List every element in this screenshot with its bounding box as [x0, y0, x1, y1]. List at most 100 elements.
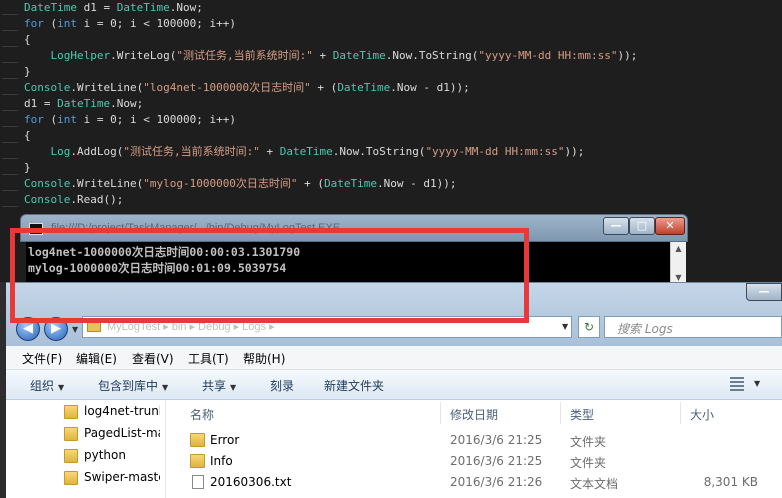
navigation-pane: log4net-trunk PagedList-master python Sw…	[6, 400, 166, 498]
menu-edit[interactable]: 编辑(E)	[76, 350, 117, 367]
code-line: Console.WriteLine("log4net-1000000次日志时间"…	[24, 80, 470, 96]
console-scrollbar[interactable]: ▲ ▼	[670, 242, 686, 284]
nav-item[interactable]: python	[60, 446, 160, 466]
console-window: file:///D:/project/TaskManager/.../bin/D…	[20, 214, 688, 284]
refresh-icon[interactable]: ↻	[578, 316, 600, 338]
code-token: +	[259, 145, 280, 158]
code-token: "log4net-1000000次日志时间"	[143, 81, 311, 94]
folder-icon	[64, 449, 78, 463]
code-token: DateTime	[24, 1, 77, 14]
console-titlebar[interactable]: file:///D:/project/TaskManager/.../bin/D…	[20, 214, 688, 242]
folder-icon	[64, 427, 78, 441]
code-line: d1 = DateTime.Now;	[24, 96, 143, 112]
column-header-size[interactable]: 大小	[690, 406, 714, 423]
address-bar[interactable]: MyLogTest ▸ bin ▸ Debug ▸ Logs ▸	[82, 316, 572, 338]
explorer-window: — ◀ ▶ ▼ MyLogTest ▸ bin ▸ Debug ▸ Logs ▸…	[6, 282, 782, 498]
code-token: .WriteLine(	[70, 177, 144, 190]
menu-view[interactable]: 查看(V)	[132, 350, 174, 367]
nav-item[interactable]: PagedList-master	[60, 424, 160, 444]
code-token: + (	[310, 81, 338, 94]
back-arrow-icon[interactable]: ◀	[16, 317, 40, 341]
address-history-chevron-icon[interactable]: ▼	[562, 322, 568, 331]
file-row[interactable]: Info 2016/3/6 21:25 文件夹	[168, 451, 782, 472]
code-token: .Now.ToString(	[385, 49, 479, 62]
console-output: log4net-1000000次日志时间00:00:03.1301790 myl…	[26, 242, 686, 284]
breadcrumb[interactable]: MyLogTest ▸ bin ▸ Debug ▸ Logs ▸	[107, 320, 275, 333]
folder-icon	[87, 321, 101, 332]
new-folder-button[interactable]: 新建文件夹	[324, 377, 384, 394]
code-line: {	[24, 128, 31, 144]
file-modified-date: 2016/3/6 21:25	[450, 454, 543, 468]
nav-item[interactable]: log4net-trunk	[60, 402, 160, 422]
column-divider[interactable]	[440, 402, 441, 424]
minimize-button[interactable]: —	[603, 217, 629, 235]
chevron-down-icon: ▼	[58, 383, 65, 392]
share-button[interactable]: 共享 ▼	[202, 377, 236, 394]
code-token: }	[24, 65, 31, 78]
code-line: for (int i = 0; i < 100000; i++)	[24, 112, 236, 128]
file-row[interactable]: Error 2016/3/6 21:25 文件夹	[168, 430, 782, 451]
recent-pages-chevron-icon[interactable]: ▼	[72, 325, 78, 334]
burn-button[interactable]: 刻录	[270, 377, 294, 394]
code-line: Console.WriteLine("mylog-1000000次日志时间" +…	[24, 176, 457, 192]
menu-tools[interactable]: 工具(T)	[188, 350, 229, 367]
code-token: "测试任务,当前系统时间:"	[123, 145, 260, 158]
include-in-library-button[interactable]: 包含到库中 ▼	[98, 377, 168, 394]
nav-item-label: python	[84, 448, 126, 462]
code-line: }	[24, 160, 31, 176]
code-token: Console	[24, 81, 71, 94]
code-token: DateTime	[337, 81, 391, 94]
console-title: file:///D:/project/TaskManager/.../bin/D…	[51, 222, 341, 234]
file-type: 文本文档	[570, 477, 619, 491]
console-output-line: mylog-1000000次日志时间00:01:09.5039754	[28, 261, 287, 275]
close-button[interactable]: ✕	[655, 217, 685, 235]
menu-help[interactable]: 帮助(H)	[243, 350, 285, 367]
scroll-up-icon[interactable]: ▲	[674, 244, 683, 253]
file-name: Info	[210, 454, 233, 468]
column-divider[interactable]	[680, 402, 681, 424]
code-token: + (	[297, 177, 325, 190]
code-token: }	[24, 161, 31, 174]
code-token: ));	[564, 145, 585, 158]
code-editor[interactable]: DateTime d1 = DateTime.Now; for (int i = …	[0, 0, 782, 222]
code-token: Log	[50, 145, 71, 158]
share-label: 共享	[202, 379, 227, 393]
code-token: DateTime	[116, 1, 170, 14]
code-line: DateTime d1 = DateTime.Now;	[24, 0, 203, 16]
file-row[interactable]: 20160306.txt 2016/3/6 21:26 文本文档 8,301 KB	[168, 472, 782, 493]
view-options-icon[interactable]	[730, 377, 744, 391]
menu-bar: 文件(F) 编辑(E) 查看(V) 工具(T) 帮助(H)	[6, 346, 782, 370]
explorer-titlebar[interactable]: — ◀ ▶ ▼ MyLogTest ▸ bin ▸ Debug ▸ Logs ▸…	[6, 282, 782, 346]
code-token: .WriteLine(	[70, 81, 144, 94]
file-list: 名称 修改日期 类型 大小 Error 2016/3/6 21:25 文件夹 Info…	[168, 400, 782, 498]
code-token: i = 0; i < 100000; i++)	[77, 113, 236, 126]
command-bar: 组织 ▼ 包含到库中 ▼ 共享 ▼ 刻录 新建文件夹	[6, 370, 782, 400]
menu-file[interactable]: 文件(F)	[22, 350, 62, 367]
code-token: d1 =	[76, 1, 117, 14]
folder-icon	[190, 454, 205, 468]
chevron-down-icon: ▼	[162, 383, 169, 392]
column-header-name[interactable]: 名称	[190, 406, 214, 423]
scroll-down-icon[interactable]: ▼	[674, 273, 683, 282]
column-header-date[interactable]: 修改日期	[450, 406, 498, 423]
code-token: DateTime	[324, 177, 378, 190]
maximize-button[interactable]: □	[629, 217, 655, 235]
code-token: "mylog-1000000次日志时间"	[143, 177, 298, 190]
column-header-type[interactable]: 类型	[570, 406, 594, 423]
search-input[interactable]: 搜索 Logs	[604, 316, 782, 338]
code-token: for	[24, 17, 44, 30]
chevron-down-icon[interactable]: ▼	[754, 379, 760, 388]
nav-item[interactable]: Swiper-master	[60, 468, 160, 488]
column-divider[interactable]	[560, 402, 561, 424]
code-token: (	[43, 17, 58, 30]
file-type: 文件夹	[570, 456, 607, 470]
forward-arrow-icon[interactable]: ▶	[44, 317, 68, 341]
code-token: "yyyy-MM-dd HH:mm:ss"	[425, 145, 565, 158]
organize-button[interactable]: 组织 ▼	[30, 377, 64, 394]
file-modified-date: 2016/3/6 21:26	[450, 475, 543, 489]
code-token: d1 =	[24, 97, 58, 110]
code-token: .Now - d1));	[390, 81, 470, 94]
explorer-minimize-button[interactable]: —	[746, 283, 782, 301]
